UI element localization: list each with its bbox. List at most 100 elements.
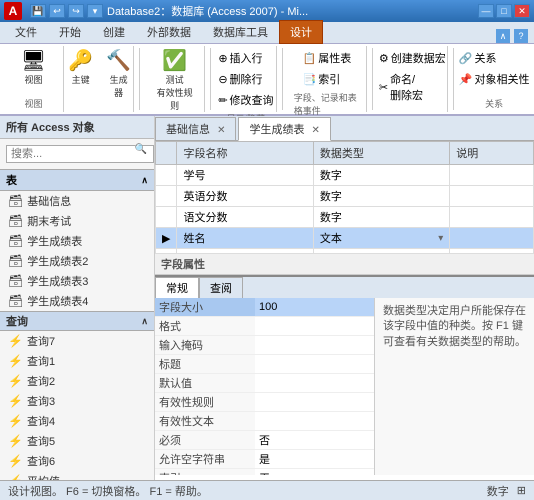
quick-redo-btn[interactable]: ↪ [68,4,84,18]
title-bar-left: A 💾 ↩ ↪ ▾ Database2：数据库 (Access 2007) - … [4,2,308,20]
nav-item-label: 查询1 [27,353,55,369]
nav-item-avg[interactable]: ⚡ 平均值 [0,471,154,480]
nav-item-query5[interactable]: ⚡ 查询5 [0,431,154,451]
type-dropdown-icon[interactable]: ▾ [438,233,443,244]
window-controls[interactable]: — □ ✕ [478,4,530,18]
minimize-btn[interactable]: — [478,4,494,18]
row-ind-empty [156,249,177,254]
prop-value[interactable]: 否 [255,431,374,450]
prop-value[interactable] [255,393,374,412]
quick-undo-btn[interactable]: ↩ [49,4,65,18]
ribbon-minimize-btn[interactable]: ∧ [496,29,510,43]
nav-item-grade4[interactable]: 🗃 学生成绩表4 [0,291,154,311]
builder-icon: 🔨 [106,51,131,71]
help-btn[interactable]: ? [514,29,528,43]
nav-item-label: 学生成绩表2 [27,253,88,269]
prop-sheet-label: 属性表 [318,50,351,66]
tab-jichu-close[interactable]: ✕ [217,125,225,136]
queries-section[interactable]: 查询 ∧ [0,311,154,331]
table-row[interactable]: 英语分数 数字 [156,186,534,207]
prop-value[interactable]: 100 [255,298,374,317]
prop-tab-general[interactable]: 常规 [155,277,199,298]
prop-row[interactable]: 格式 [155,317,374,336]
nav-item-query3[interactable]: ⚡ 查询3 [0,391,154,411]
relationship-button[interactable]: 🔗 关系 [454,48,534,68]
nav-item-qimo[interactable]: 🗃 期末考试 [0,211,154,231]
prop-row[interactable]: 字段大小100 [155,298,374,317]
prop-tab-lookup[interactable]: 查阅 [199,277,243,298]
col-data-type: 数据类型 [313,142,449,165]
field-type-3[interactable]: 文本 ▾ [313,228,449,249]
index-button[interactable]: 📑 索引 [298,69,357,89]
prop-row[interactable]: 默认值 [155,374,374,393]
tab-start[interactable]: 开始 [48,20,92,43]
field-name-0[interactable]: 学号 [177,165,313,186]
search-input[interactable] [6,145,154,163]
quick-save-btn[interactable]: 💾 [30,4,46,18]
row-ind-3: ▶ [156,228,177,249]
rename-macro-button[interactable]: ✂ 命名/删除宏 [374,69,451,105]
tab-create[interactable]: 创建 [92,20,136,43]
prop-row[interactable]: 允许空字符串是 [155,450,374,469]
quick-menu-btn[interactable]: ▾ [87,4,103,18]
prop-row[interactable]: 有效性文本 [155,412,374,431]
table-row[interactable]: 语文分数 数字 [156,207,534,228]
prop-value[interactable] [255,336,374,355]
prop-row[interactable]: 索引无 [155,469,374,476]
object-dependency-button[interactable]: 📌 对象相关性 [454,69,534,89]
tab-grade-close[interactable]: ✕ [312,125,320,136]
nav-item-query6[interactable]: ⚡ 查询6 [0,451,154,471]
field-name-3[interactable]: 姓名 [177,228,313,249]
nav-item-label: 学生成绩表4 [27,293,88,309]
prop-value[interactable] [255,412,374,431]
nav-item-query1[interactable]: ⚡ 查询1 [0,351,154,371]
create-data-macro-button[interactable]: ⚙ 创建数据宏 [374,48,451,68]
close-btn[interactable]: ✕ [514,4,530,18]
test-validity-button[interactable]: ✅ 测试有效性规则 [151,48,198,115]
tab-db-tools[interactable]: 数据库工具 [202,20,279,43]
modify-query-button[interactable]: ✏ 修改查询 [213,90,278,110]
prop-row[interactable]: 有效性规则 [155,393,374,412]
nav-item-jichu[interactable]: 🗃 基础信息 [0,191,154,211]
prop-value[interactable]: 无 [255,469,374,476]
nav-item-grade3[interactable]: 🗃 学生成绩表3 [0,271,154,291]
prop-value[interactable]: 是 [255,450,374,469]
delete-row-button[interactable]: ⊖ 删除行 [213,69,278,89]
nav-item-query7[interactable]: ⚡ 查询7 [0,331,154,351]
tab-file[interactable]: 文件 [4,20,48,43]
tab-design[interactable]: 设计 [279,20,323,44]
nav-item-query4[interactable]: ⚡ 查询4 [0,411,154,431]
prop-value[interactable] [255,355,374,374]
prop-row[interactable]: 标题 [155,355,374,374]
field-type-2[interactable]: 数字 [313,207,449,228]
field-name-2[interactable]: 语文分数 [177,207,313,228]
table-row-selected[interactable]: ▶ 姓名 文本 ▾ [156,228,534,249]
property-sheet-button[interactable]: 📋 属性表 [298,48,357,68]
table-row[interactable]: 学号 数字 [156,165,534,186]
tables-section[interactable]: 表 ∧ [0,169,154,191]
prop-row[interactable]: 必须否 [155,431,374,450]
field-type-0[interactable]: 数字 [313,165,449,186]
nav-item-grade1[interactable]: 🗃 学生成绩表 [0,231,154,251]
primary-key-button[interactable]: 🔑 主键 [63,48,99,89]
tab-jichu-info[interactable]: 基础信息 ✕ [155,117,236,140]
field-name-1[interactable]: 英语分数 [177,186,313,207]
sep2 [210,48,211,110]
insert-row-button[interactable]: ⊕ 插入行 [213,48,278,68]
query-icon-1: ⚡ [8,354,23,368]
view-button[interactable]: 🖥 视图 [16,48,52,89]
builder-button[interactable]: 🔨 生成器 [101,48,137,102]
table-row-empty[interactable] [156,249,534,254]
prop-value[interactable] [255,317,374,336]
prop-row[interactable]: 输入掩码 [155,336,374,355]
tab-external[interactable]: 外部数据 [136,20,202,43]
maximize-btn[interactable]: □ [496,4,512,18]
tab-grade-table[interactable]: 学生成绩表 ✕ [238,117,330,141]
prop-value[interactable] [255,374,374,393]
field-type-1[interactable]: 数字 [313,186,449,207]
nav-item-grade2[interactable]: 🗃 学生成绩表2 [0,251,154,271]
view-label: 视图 [24,73,42,86]
nav-item-query2[interactable]: ⚡ 查询2 [0,371,154,391]
view-buttons: 🖥 视图 [16,48,52,89]
status-layout-icon[interactable]: ⊞ [517,484,526,497]
